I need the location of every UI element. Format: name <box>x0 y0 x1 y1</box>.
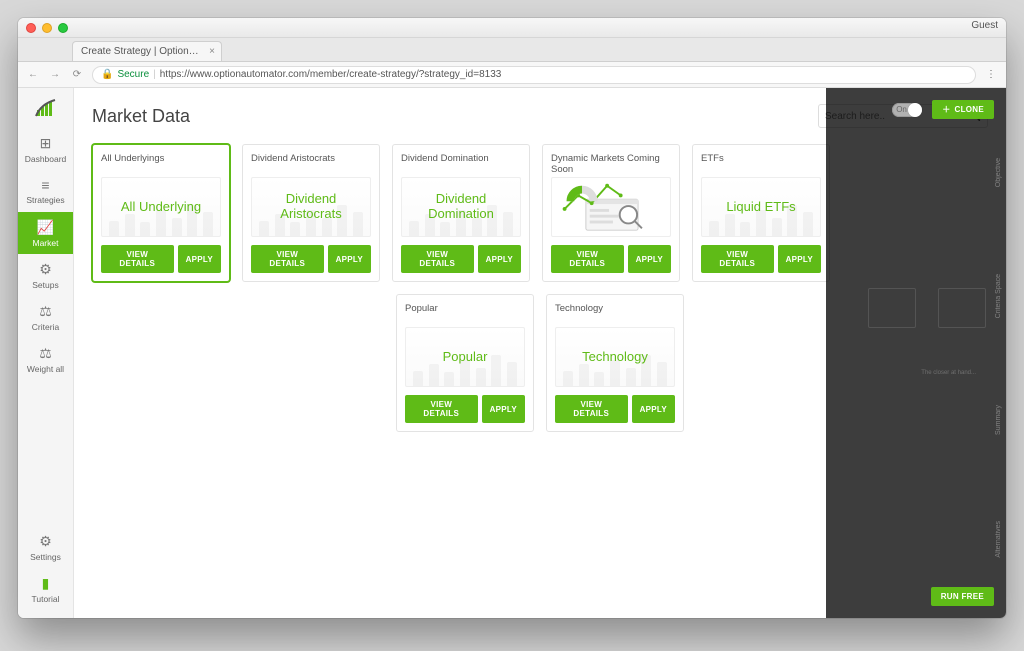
guest-label: Guest <box>971 20 998 31</box>
window-close-button[interactable] <box>26 23 36 33</box>
apply-button[interactable]: APPLY <box>778 245 821 273</box>
apply-button[interactable]: APPLY <box>478 245 521 273</box>
scales-icon: ⚖ <box>39 303 52 320</box>
card-thumbnail: Liquid ETFs <box>701 177 821 237</box>
market-card: Dynamic Markets Coming Soon VIEW DETAILS… <box>542 144 680 282</box>
card-thumb-label: Dividend Domination <box>402 192 520 222</box>
apply-button[interactable]: APPLY <box>328 245 371 273</box>
view-details-button[interactable]: VIEW DETAILS <box>551 245 624 273</box>
market-card: Dividend Aristocrats Dividend Aristocrat… <box>242 144 380 282</box>
window-titlebar: Guest <box>18 18 1006 38</box>
search-input[interactable] <box>825 111 969 122</box>
card-title: Dynamic Markets Coming Soon <box>551 153 671 177</box>
market-card: Technology Technology VIEW DETAILS APPLY <box>546 294 684 432</box>
sidebar-item-label: Weight all <box>27 364 64 374</box>
sidebar-item-criteria[interactable]: ⚖ Criteria <box>18 296 73 338</box>
sidebar-item-label: Dashboard <box>25 154 67 164</box>
view-details-button[interactable]: VIEW DETAILS <box>555 395 628 423</box>
page-title: Market Data <box>92 106 190 127</box>
card-thumbnail <box>551 177 671 237</box>
view-details-button[interactable]: VIEW DETAILS <box>101 245 174 273</box>
card-title: Dividend Aristocrats <box>251 153 371 177</box>
sidebar-item-label: Criteria <box>32 322 59 332</box>
view-details-button[interactable]: VIEW DETAILS <box>401 245 474 273</box>
forward-icon[interactable]: → <box>48 69 62 80</box>
market-card: All Underlyings All Underlying VIEW DETA… <box>92 144 230 282</box>
browser-window: Guest Create Strategy | OptionAutom × ← … <box>18 18 1006 618</box>
market-card: Dividend Domination Dividend Domination … <box>392 144 530 282</box>
card-thumbnail: Technology <box>555 327 675 387</box>
sidebar-item-label: Market <box>33 238 59 248</box>
sidebar-item-setups[interactable]: ⚙ Setups <box>18 254 73 296</box>
sidebar-item-label: Tutorial <box>31 594 59 604</box>
search-box[interactable]: 🔍 <box>818 104 988 128</box>
card-title: Popular <box>405 303 525 327</box>
app-logo[interactable] <box>18 88 73 128</box>
url-text: https://www.optionautomator.com/member/c… <box>160 69 502 80</box>
browser-toolbar: ← → ⟳ 🔒 Secure | https://www.optionautom… <box>18 62 1006 88</box>
secure-label: Secure <box>117 69 149 80</box>
sidebar-item-strategies[interactable]: ≡ Strategies <box>18 170 73 212</box>
close-tab-icon[interactable]: × <box>209 46 215 57</box>
card-thumb-label: Liquid ETFs <box>722 200 799 215</box>
card-thumbnail: Popular <box>405 327 525 387</box>
main-content: Market Data 🔍 All Underlyings All Underl… <box>74 88 1006 618</box>
dashboard-icon: ⊞ <box>40 135 52 152</box>
card-thumb-label: Technology <box>578 350 652 365</box>
address-bar[interactable]: 🔒 Secure | https://www.optionautomator.c… <box>92 66 976 84</box>
card-title: All Underlyings <box>101 153 221 177</box>
reload-icon[interactable]: ⟳ <box>70 69 84 80</box>
browser-tab[interactable]: Create Strategy | OptionAutom × <box>72 41 222 61</box>
view-details-button[interactable]: VIEW DETAILS <box>405 395 478 423</box>
card-thumb-label: Popular <box>439 350 492 365</box>
window-maximize-button[interactable] <box>58 23 68 33</box>
back-icon[interactable]: ← <box>26 69 40 80</box>
video-icon: ▮ <box>42 575 50 592</box>
sidebar-item-market[interactable]: 📈 Market <box>18 212 73 254</box>
browser-tab-row: Create Strategy | OptionAutom × <box>18 38 1006 62</box>
market-card: Popular Popular VIEW DETAILS APPLY <box>396 294 534 432</box>
apply-button[interactable]: APPLY <box>482 395 525 423</box>
card-title: Technology <box>555 303 675 327</box>
card-thumbnail: All Underlying <box>101 177 221 237</box>
card-thumbnail: Dividend Aristocrats <box>251 177 371 237</box>
apply-button[interactable]: APPLY <box>628 245 671 273</box>
window-minimize-button[interactable] <box>42 23 52 33</box>
sidebar-item-tutorial[interactable]: ▮ Tutorial <box>18 568 73 610</box>
sidebar-item-dashboard[interactable]: ⊞ Dashboard <box>18 128 73 170</box>
sidebar-item-label: Setups <box>32 280 58 290</box>
market-card: ETFs Liquid ETFs VIEW DETAILS APPLY <box>692 144 830 282</box>
card-thumbnail: Dividend Domination <box>401 177 521 237</box>
card-thumb-label: Dividend Aristocrats <box>252 192 370 222</box>
card-title: Dividend Domination <box>401 153 521 177</box>
view-details-button[interactable]: VIEW DETAILS <box>701 245 774 273</box>
lock-icon: 🔒 <box>101 69 113 80</box>
sidebar-item-label: Settings <box>30 552 61 562</box>
balance-icon: ⚖ <box>39 345 52 362</box>
chart-icon: 📈 <box>37 219 54 236</box>
gear-icon: ⚙ <box>39 533 52 550</box>
search-icon[interactable]: 🔍 <box>969 111 981 122</box>
apply-button[interactable]: APPLY <box>178 245 221 273</box>
sidebar-item-label: Strategies <box>26 195 64 205</box>
list-icon: ≡ <box>41 177 49 193</box>
card-thumb-label: All Underlying <box>117 200 205 215</box>
kebab-menu-icon[interactable]: ⋮ <box>984 69 998 80</box>
sidebar: ⊞ Dashboard ≡ Strategies 📈 Market ⚙ Setu… <box>18 88 74 618</box>
sidebar-item-settings[interactable]: ⚙ Settings <box>18 526 73 568</box>
card-title: ETFs <box>701 153 821 177</box>
sidebar-item-weight-all[interactable]: ⚖ Weight all <box>18 338 73 380</box>
browser-tab-title: Create Strategy | OptionAutom <box>81 46 218 57</box>
view-details-button[interactable]: VIEW DETAILS <box>251 245 324 273</box>
apply-button[interactable]: APPLY <box>632 395 675 423</box>
sliders-icon: ⚙ <box>39 261 52 278</box>
